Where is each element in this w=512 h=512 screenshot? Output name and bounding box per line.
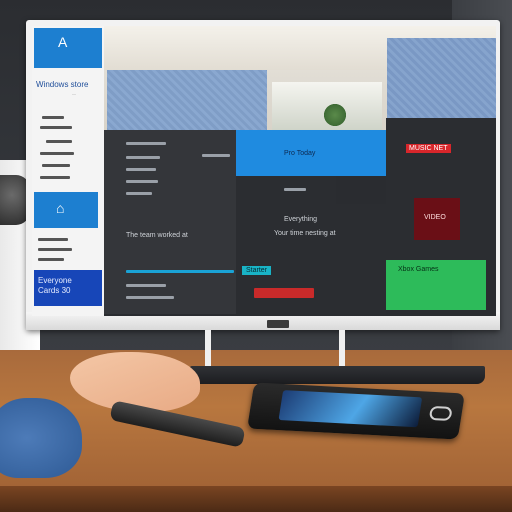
sidebar-item[interactable] [38, 238, 68, 241]
sidebar-item[interactable] [46, 140, 72, 143]
tile-center-sub: Your time nesting at [274, 230, 336, 237]
person-arm [0, 398, 82, 478]
tile-games[interactable]: Xbox Games [386, 260, 486, 310]
sidebar-item[interactable] [38, 248, 72, 251]
music-badge: MUSIC NET [406, 144, 451, 153]
hero-photo-wall [107, 70, 267, 132]
sidebar-title: Windows store [36, 80, 89, 89]
video-label: VIDEO [424, 214, 446, 221]
sidebar-promo-line2: Cards 30 [38, 286, 71, 295]
tile-bottom-left[interactable] [104, 262, 236, 314]
sidebar-item[interactable] [42, 164, 70, 167]
tile-starter[interactable]: Starter [236, 264, 386, 314]
tile-text-line [126, 284, 166, 287]
tile-mid-left-label: The team worked at [126, 232, 188, 239]
tile-mid-center[interactable] [236, 176, 336, 204]
sidebar-item[interactable] [42, 116, 64, 119]
tile-center-big[interactable]: Everything Your time nesting at [236, 204, 386, 264]
tile-video[interactable]: VIDEO [386, 194, 496, 260]
smartphone-home-button [428, 405, 453, 422]
tile-text-line [126, 156, 160, 159]
sidebar-item[interactable] [40, 176, 70, 179]
tile-featured-label: Pro Today [284, 150, 316, 157]
sidebar-subtitle: ·· [72, 92, 76, 98]
smartphone-screen [278, 390, 423, 428]
plant-icon [324, 104, 346, 126]
tile-mid-left[interactable]: The team worked at [104, 206, 236, 262]
sidebar-header-tile[interactable] [34, 28, 102, 68]
sidebar-item[interactable] [40, 152, 74, 155]
sidebar-item[interactable] [40, 126, 72, 129]
monitor-stand-base [190, 366, 485, 384]
store-logo-icon: A [58, 34, 68, 50]
sidebar-home-tile[interactable] [34, 192, 98, 228]
tile-games-label: Xbox Games [398, 266, 439, 273]
tile-text-line [126, 142, 166, 145]
tile-starter-label: Starter [242, 266, 272, 275]
tile-text-line [126, 180, 158, 183]
app-sidebar: A Windows store ·· ⌂ Everyone Cards 30 [32, 26, 104, 316]
monitor-brand-badge [267, 320, 289, 328]
tile-text-line [126, 296, 174, 299]
tile-news[interactable] [104, 130, 236, 206]
tile-music[interactable]: MUSIC NET [386, 118, 496, 194]
photo-scene: A Windows store ·· ⌂ Everyone Cards 30 P… [0, 0, 512, 512]
sidebar-promo-text: Everyone Cards 30 [38, 276, 72, 296]
video-tile-inner: VIDEO [414, 198, 460, 240]
tile-text-line [284, 188, 306, 191]
hero-photo-wall-right [387, 38, 496, 130]
tile-red-bar [254, 288, 314, 298]
sidebar-item[interactable] [38, 258, 64, 261]
sidebar-promo-line1: Everyone [38, 276, 72, 285]
tile-text-line [202, 154, 230, 157]
desk-edge [0, 486, 512, 512]
tile-featured[interactable]: Pro Today [236, 130, 386, 176]
home-icon: ⌂ [56, 200, 65, 216]
tile-text-line [126, 192, 152, 195]
monitor-screen: A Windows store ·· ⌂ Everyone Cards 30 P… [32, 26, 496, 316]
tile-center-label: Everything [284, 216, 318, 223]
tile-text-line [126, 168, 156, 171]
tile-progress-line [126, 270, 234, 273]
